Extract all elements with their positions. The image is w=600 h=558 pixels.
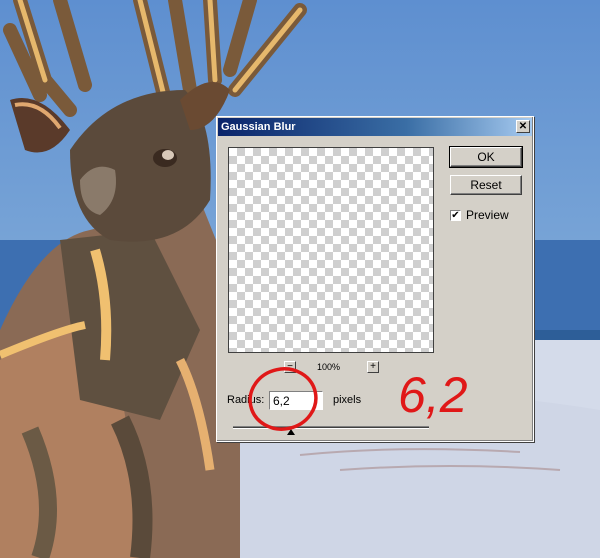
reset-button[interactable]: Reset <box>450 175 522 195</box>
preview-pane[interactable] <box>228 147 434 353</box>
zoom-in-icon: + <box>370 361 376 372</box>
radius-unit-label: pixels <box>333 394 362 406</box>
zoom-out-button[interactable]: − <box>284 361 296 373</box>
preview-checkbox-row[interactable]: ✔ Preview <box>450 208 509 222</box>
slider-thumb-icon[interactable] <box>287 429 295 435</box>
reset-button-label: Reset <box>470 178 502 192</box>
zoom-out-icon: − <box>287 361 293 372</box>
preview-checkbox-label: Preview <box>466 208 509 222</box>
zoom-level: 100% <box>317 362 341 372</box>
radius-slider[interactable] <box>233 426 429 429</box>
ok-button-label: OK <box>477 150 495 164</box>
dialog-title: Gaussian Blur <box>221 121 296 133</box>
gaussian-blur-dialog: Gaussian Blur ✕ OK Reset ✔ Preview − 100… <box>216 116 534 442</box>
radius-input[interactable] <box>269 391 323 410</box>
zoom-in-button[interactable]: + <box>367 361 379 373</box>
preview-checkbox[interactable]: ✔ <box>450 209 461 221</box>
ok-button[interactable]: OK <box>449 146 523 168</box>
dialog-titlebar[interactable]: Gaussian Blur ✕ <box>218 118 532 136</box>
radius-label: Radius: <box>227 394 265 406</box>
close-button[interactable]: ✕ <box>516 120 530 133</box>
checkbox-check-icon: ✔ <box>451 209 460 221</box>
close-icon: ✕ <box>518 120 528 132</box>
